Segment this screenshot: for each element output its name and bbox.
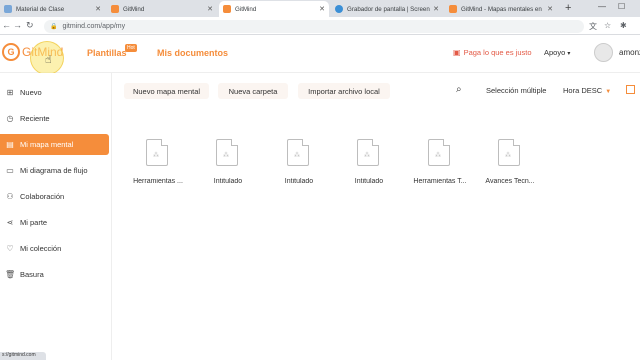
sidebar-item-nuevo[interactable]: ⊞ Nuevo [0,82,109,103]
support-menu[interactable]: Apoyo ▾ [544,48,570,57]
close-icon[interactable]: ✕ [433,5,439,13]
new-tab-button[interactable]: + [565,2,571,14]
mindmap-file-icon: ⁂ [428,139,450,166]
avatar[interactable] [594,43,613,62]
import-file-button[interactable]: Importar archivo local [298,83,390,99]
gitmind-favicon-icon [449,5,457,13]
browser-tab[interactable]: GitMind ✕ [107,1,217,17]
sidebar-item-mi-mapa-mental[interactable]: ▤ Mi mapa mental [0,134,109,155]
sidebar-item-mi-diagrama[interactable]: ▭ Mi diagrama de flujo [0,160,109,181]
new-mind-map-button[interactable]: Nuevo mapa mental [124,83,209,99]
close-icon[interactable]: ✕ [95,5,101,13]
lock-icon: 🔒 [50,24,58,30]
flowchart-icon: ▭ [6,166,14,175]
hot-badge: Hot [125,44,137,52]
address-bar[interactable]: 🔒 gitmind.com/app/my [44,20,584,33]
file-name: Intitulado [213,178,243,185]
sidebar-item-mi-parte[interactable]: ⋖ Mi parte [0,212,109,233]
browser-tab-active[interactable]: GitMind ✕ [219,1,329,17]
status-url: s://gitmind.com [0,352,46,360]
mindmap-file-icon: ⁂ [357,139,379,166]
star-icon[interactable]: ☆ [604,21,611,30]
file-card[interactable]: ⁂ Herramientas ... [128,136,188,196]
chevron-down-icon: ▾ [567,51,571,57]
document-icon: ▤ [6,140,14,149]
logo-mark-icon: G [2,43,20,61]
plus-square-icon: ⊞ [6,88,14,97]
share-icon: ⋖ [6,218,14,227]
heart-icon: ♡ [6,244,14,253]
file-name: Intitulado [284,178,314,185]
maximize-icon[interactable]: ☐ [618,2,625,11]
sidebar-item-reciente[interactable]: ◷ Reciente [0,108,109,129]
trash-icon: 🗑 [5,270,16,279]
user-name[interactable]: amonz [619,48,640,57]
mindmap-file-icon: ⁂ [498,139,520,166]
multi-select-button[interactable]: Selección múltiple [486,86,546,95]
caret-down-icon: ▼ [605,89,612,95]
file-name: Intitulado [354,178,384,185]
extensions-icon[interactable]: ✱ [620,21,627,30]
close-icon[interactable]: ✕ [207,5,213,13]
browser-tab[interactable]: GitMind - Mapas mentales en ✕ [445,1,557,17]
mindmap-file-icon: ⁂ [216,139,238,166]
sidebar: ⊞ Nuevo ◷ Reciente ▤ Mi mapa mental ▭ Mi… [0,73,112,360]
grid-view-icon[interactable] [626,85,635,94]
browser-tab[interactable]: Material de Clase ✕ [0,1,105,17]
back-icon[interactable]: ← [2,20,11,30]
wallet-icon: ▣ [453,48,461,57]
clock-icon: ◷ [6,114,14,123]
close-icon[interactable]: ✕ [547,5,553,13]
app-header: G GitMind ☝ Plantillas Hot Mis documento… [0,35,640,75]
sidebar-item-colaboracion[interactable]: ⚇ Colaboración [0,186,109,207]
favicon-icon [4,5,12,13]
close-icon[interactable]: ✕ [319,5,325,13]
file-name: Avances Tecn... [485,178,535,185]
nav-mis-documentos[interactable]: Mis documentos [157,48,228,58]
minimize-icon[interactable]: — [598,2,606,11]
reload-icon[interactable]: ↻ [26,20,34,31]
sidebar-item-basura[interactable]: 🗑 Basura [0,264,109,285]
recorder-favicon-icon [335,5,343,13]
forward-icon[interactable]: → [13,20,22,30]
file-card[interactable]: ⁂ Intitulado [269,136,329,196]
file-card[interactable]: ⁂ Intitulado [339,136,399,196]
url-text: gitmind.com/app/my [62,23,126,30]
translate-icon[interactable]: 文 [589,21,597,32]
file-card[interactable]: ⁂ Intitulado [198,136,258,196]
new-folder-button[interactable]: Nueva carpeta [218,83,288,99]
file-card[interactable]: ⁂ Herramientas T... [410,136,470,196]
address-toolbar: ← → ↻ 🔒 gitmind.com/app/my 文 ☆ ✱ [0,17,640,35]
people-icon: ⚇ [6,192,14,201]
mouse-pointer-icon: ☝ [45,54,52,66]
pay-link[interactable]: ▣ Paga lo que es justo [453,48,532,57]
gitmind-favicon-icon [111,5,119,13]
gitmind-favicon-icon [223,5,231,13]
browser-tab-bar: Material de Clase ✕ GitMind ✕ GitMind ✕ … [0,0,640,17]
main-content: Nuevo mapa mental Nueva carpeta Importar… [112,73,640,360]
mindmap-file-icon: ⁂ [146,139,168,166]
sort-dropdown[interactable]: Hora DESC ▼ [563,86,611,95]
file-name: Herramientas ... [133,178,183,185]
browser-tab[interactable]: Grabador de pantalla | Screen ✕ [331,1,443,17]
sidebar-item-mi-coleccion[interactable]: ♡ Mi colección [0,238,109,259]
file-name: Herramientas T... [413,178,467,185]
search-icon[interactable]: ⌕ [456,84,462,95]
nav-plantillas[interactable]: Plantillas [87,48,127,58]
file-card[interactable]: ⁂ Avances Tecn... [480,136,540,196]
mindmap-file-icon: ⁂ [287,139,309,166]
